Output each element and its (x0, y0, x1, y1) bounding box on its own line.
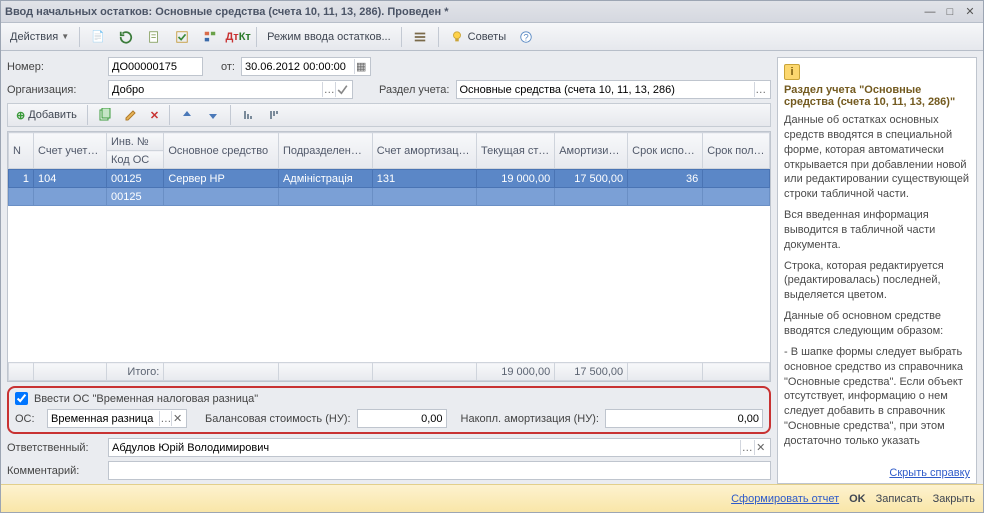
bottom-bar: Сформировать отчет OK Записать Закрыть (1, 484, 983, 512)
os-label: ОС: (15, 413, 41, 425)
tax-difference-section: Ввести ОС "Временная налоговая разница" … (7, 386, 771, 434)
help-text: Данные об остатках основных средств ввод… (784, 113, 970, 202)
add-button[interactable]: ⊕ Добавить (11, 104, 82, 126)
window-title: Ввод начальных остатков: Основные средст… (5, 6, 921, 18)
help-text: Строка, которая редактируется (редактиро… (784, 259, 970, 304)
edit-icon[interactable] (119, 104, 143, 126)
section-input[interactable]: … (456, 80, 772, 99)
minimize-button[interactable]: — (921, 4, 939, 20)
info-icon: i (784, 64, 800, 80)
amort-label: Накопл. амортизация (НУ): (461, 413, 599, 425)
copy-icon[interactable] (93, 104, 117, 126)
dtkt-icon[interactable]: ДтКт (225, 26, 251, 48)
col-useful[interactable]: Срок полезн… (703, 133, 770, 169)
help-icon[interactable]: ? (513, 26, 539, 48)
sort-asc-icon[interactable] (236, 104, 260, 126)
ok-button[interactable]: OK (849, 493, 866, 505)
responsible-label: Ответственный: (7, 442, 102, 454)
tax-diff-checkbox[interactable] (15, 392, 28, 405)
balance-label: Балансовая стоимость (НУ): (205, 413, 351, 425)
report-link[interactable]: Сформировать отчет (731, 493, 839, 505)
number-input[interactable] (108, 57, 203, 76)
plus-icon: ⊕ (16, 109, 25, 122)
delete-icon[interactable]: ✕ (145, 104, 164, 126)
document-icon[interactable] (141, 26, 167, 48)
svg-text:?: ? (523, 32, 528, 43)
from-label: от: (221, 61, 235, 73)
help-text: Данные об основном средстве вводятся сле… (784, 309, 970, 339)
maximize-button[interactable]: □ (941, 4, 959, 20)
save-button[interactable]: Записать (876, 493, 923, 505)
section-label: Раздел учета: (379, 84, 450, 96)
responsible-input[interactable]: … ✕ (108, 438, 771, 457)
main-toolbar: Действия ▼ 📄 ДтКт Режим ввода остатков..… (1, 23, 983, 51)
advice-button[interactable]: Советы (444, 26, 511, 48)
os-input[interactable]: … ✕ (47, 409, 187, 428)
col-acct[interactable]: Счет учета (БУ) (34, 133, 107, 169)
select-icon[interactable]: … (754, 82, 767, 97)
help-title: Раздел учета "Основные средства (счета 1… (784, 84, 970, 108)
org-input[interactable]: … (108, 80, 353, 99)
help-text: Вся введенная информация выводится в таб… (784, 208, 970, 253)
mode-button[interactable]: Режим ввода остатков... (262, 26, 396, 48)
post-icon[interactable]: 📄 (85, 26, 111, 48)
move-down-icon[interactable] (201, 104, 225, 126)
list-icon[interactable] (407, 26, 433, 48)
col-inv[interactable]: Инв. № (106, 133, 163, 151)
select-icon[interactable]: … (159, 411, 171, 426)
amort-input[interactable] (605, 409, 763, 428)
col-n[interactable]: N (9, 133, 34, 169)
close-form-button[interactable]: Закрыть (933, 493, 975, 505)
open-icon[interactable] (335, 82, 349, 97)
structure-icon[interactable] (197, 26, 223, 48)
table-row[interactable]: 00125 (9, 188, 770, 206)
close-button[interactable]: ✕ (961, 4, 979, 20)
col-asset[interactable]: Основное средство (164, 133, 279, 169)
chevron-down-icon: ▼ (61, 32, 69, 41)
comment-input[interactable] (108, 461, 771, 480)
select-icon[interactable]: … (740, 440, 753, 455)
col-amort[interactable]: Амортизир… (555, 133, 628, 169)
sort-desc-icon[interactable] (262, 104, 286, 126)
calendar-icon[interactable]: ▦ (354, 59, 367, 74)
table-row[interactable]: 1 104 00125 Сервер HP Адміністрація 131 … (9, 170, 770, 188)
move-up-icon[interactable] (175, 104, 199, 126)
hide-help-link[interactable]: Скрыть справку (778, 463, 976, 483)
titlebar: Ввод начальных остатков: Основные средст… (1, 1, 983, 23)
col-term[interactable]: Срок использов… (628, 133, 703, 169)
tax-diff-label: Ввести ОС "Временная налоговая разница" (34, 393, 258, 405)
grid-toolbar: ⊕ Добавить ✕ (7, 103, 771, 127)
number-label: Номер: (7, 61, 102, 73)
help-panel: i Раздел учета "Основные средства (счета… (777, 57, 977, 484)
check-icon[interactable] (169, 26, 195, 48)
clear-icon[interactable]: ✕ (171, 411, 183, 426)
help-text: - В шапке формы следует выбрать основное… (784, 345, 970, 449)
clear-icon[interactable]: ✕ (754, 440, 767, 455)
date-input[interactable]: ▦ (241, 57, 371, 76)
col-code[interactable]: Код ОС (106, 151, 163, 169)
col-dept[interactable]: Подразделение организации (278, 133, 372, 169)
bulb-icon (449, 29, 465, 45)
select-icon[interactable]: … (322, 82, 335, 97)
col-cost[interactable]: Текущая стоимость … (477, 133, 555, 169)
data-grid[interactable]: N Счет учета (БУ) Инв. № Основное средст… (7, 131, 771, 382)
actions-menu[interactable]: Действия ▼ (5, 26, 74, 48)
comment-label: Комментарий: (7, 465, 102, 477)
col-amort-acct[interactable]: Счет амортизации (БУ) (372, 133, 476, 169)
refresh-icon[interactable] (113, 26, 139, 48)
org-label: Организация: (7, 84, 102, 96)
total-row: Итого: 19 000,0017 500,00 (9, 363, 770, 381)
balance-input[interactable] (357, 409, 447, 428)
